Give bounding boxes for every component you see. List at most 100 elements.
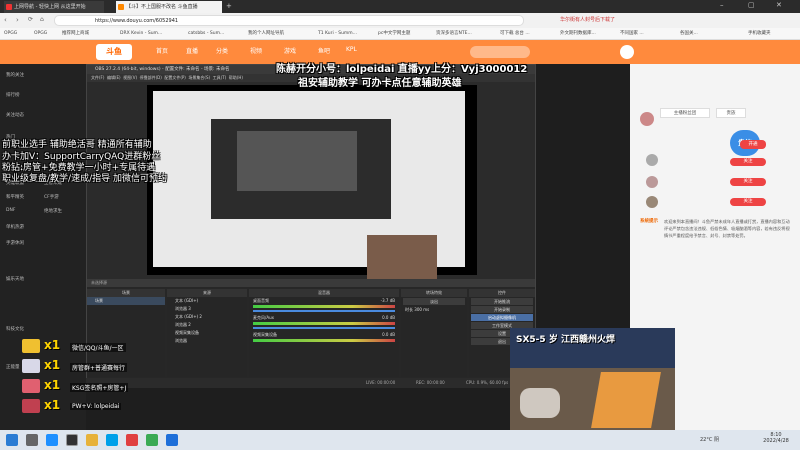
bookmark-item[interactable]: pc中文学网主题 xyxy=(378,28,410,40)
bookmark-item[interactable]: 资深多语言NTE... xyxy=(436,28,472,40)
fan-club-button[interactable]: 主播粉丝团 xyxy=(660,108,710,118)
scene-item[interactable]: 场景 xyxy=(87,297,165,305)
new-tab-icon[interactable]: + xyxy=(226,2,232,10)
nav-live[interactable]: 直播 xyxy=(186,46,198,55)
sidebar-item-dnf[interactable]: DNF xyxy=(6,208,15,213)
bookmark-item[interactable]: 各国关... xyxy=(680,28,698,40)
nav-fishbar[interactable]: 鱼吧 xyxy=(318,46,330,55)
obs-menu-file[interactable]: 文件(F) xyxy=(91,75,104,80)
forward-icon[interactable]: › xyxy=(16,16,19,24)
back-icon[interactable]: ‹ xyxy=(4,16,7,24)
transition-select[interactable]: 淡出 xyxy=(403,298,465,305)
bookmark-item[interactable]: 外文期刊数据库... xyxy=(560,28,596,40)
bookmark-item[interactable]: 推荐网上商城 xyxy=(62,28,89,40)
bookmark-item[interactable]: OPGG xyxy=(34,28,47,40)
obs-menu-help[interactable]: 帮助(H) xyxy=(229,75,243,80)
nav-games[interactable]: 游戏 xyxy=(284,46,296,55)
start-recording-button[interactable]: 开始录制 xyxy=(471,306,533,313)
qq-icon[interactable] xyxy=(106,434,118,446)
sidebar-item-following[interactable]: 我的关注 xyxy=(6,72,24,78)
maximize-icon[interactable]: ▢ xyxy=(748,1,755,9)
gift-icon xyxy=(22,359,40,373)
search-icon[interactable] xyxy=(26,434,38,446)
gift-icon xyxy=(22,399,40,413)
sidebar-item-entertainment[interactable]: 娱乐天地 xyxy=(6,276,24,282)
browser-tab[interactable]: 上网导航 - 轻快上网 从这里开始 xyxy=(4,1,104,13)
follow-button[interactable]: 关注 xyxy=(730,158,766,166)
mixer-volume-slider[interactable] xyxy=(253,310,395,312)
source-item[interactable]: 浏览器 3 xyxy=(167,305,247,313)
source-item[interactable]: 文本 (GDI+) 2 xyxy=(167,313,247,321)
start-streaming-button[interactable]: 开始推流 xyxy=(471,298,533,305)
reload-icon[interactable]: ⟳ xyxy=(28,16,33,23)
sidebar-item-mobile[interactable]: 手游休闲 xyxy=(6,240,24,246)
windows-taskbar: 22°C 阴 8:10 2022/4/28 xyxy=(0,430,800,450)
wechat-icon[interactable] xyxy=(146,434,158,446)
source-item[interactable]: 浏览器 2 xyxy=(167,321,247,329)
obs-status-bar: LIVE: 00:00:00 REC: 00:00:00 CPU: 0.9%, … xyxy=(86,378,536,388)
obs-menu-docks[interactable]: 停靠部件(D) xyxy=(140,75,162,80)
bookmark-item[interactable]: OPGG xyxy=(4,28,17,40)
close-icon[interactable]: ✕ xyxy=(776,1,782,9)
nav-video[interactable]: 视频 xyxy=(250,46,262,55)
clock[interactable]: 8:10 2022/4/28 xyxy=(758,432,794,444)
virtual-camera-button[interactable]: 启动虚拟摄像机 xyxy=(471,314,533,321)
home-icon[interactable]: ⌂ xyxy=(40,16,44,23)
gift-row: x1 房管群+普通赛每行 xyxy=(22,357,132,377)
minimize-icon[interactable]: – xyxy=(720,1,724,9)
start-icon[interactable] xyxy=(6,434,18,446)
site-search-input[interactable] xyxy=(470,46,530,58)
nav-category[interactable]: 分类 xyxy=(216,46,228,55)
bookmark-item[interactable]: catsbbs - Sum... xyxy=(188,28,224,40)
bookmark-item[interactable]: 我的个人网址导航 xyxy=(248,28,284,40)
weather-widget[interactable]: 22°C 阴 xyxy=(700,436,719,443)
source-item[interactable]: 视频采集设备 xyxy=(167,329,247,337)
open-noble-button[interactable]: 开通 xyxy=(740,140,766,149)
mixer-track-level: 0.0 dB xyxy=(382,315,395,320)
douyu-logo[interactable]: 斗鱼 xyxy=(96,44,132,60)
bookmark-item[interactable]: 不同国家 ... xyxy=(620,28,644,40)
noble-button[interactable]: 贵族 xyxy=(716,108,746,118)
sidebar-item-pubgm[interactable]: 和平精英 xyxy=(6,194,24,200)
obs-menu-view[interactable]: 视图(V) xyxy=(123,75,137,80)
obs-menu-scenes[interactable]: 场景集合(S) xyxy=(188,75,210,80)
source-item[interactable]: 浏览器 xyxy=(167,337,247,345)
folder-icon[interactable] xyxy=(86,434,98,446)
gift-label: PW+V: lolpeidai xyxy=(70,403,122,410)
mixer-volume-slider[interactable] xyxy=(253,327,395,329)
sidebar-item-feed[interactable]: 关注动态 xyxy=(6,112,24,118)
obs-docks: 未选择源 场景 场景 来源 文本 (GDI+) 浏览器 3 文本 (GDI+) … xyxy=(87,279,535,379)
sidebar-item-cf[interactable]: CF手游 xyxy=(44,194,59,200)
nav-kpl[interactable]: KPL xyxy=(346,46,357,53)
sidebar-item-pubg[interactable]: 绝地求生 xyxy=(44,208,62,214)
duration-input[interactable]: 300 ms xyxy=(414,307,429,312)
gift-count: x1 xyxy=(44,358,61,372)
obs-icon[interactable] xyxy=(66,434,78,446)
edge-icon[interactable] xyxy=(46,434,58,446)
url-input[interactable]: https://www.douyu.com/6052941 xyxy=(54,15,524,26)
nav-home[interactable]: 首页 xyxy=(156,46,168,55)
clock-date: 2022/4/28 xyxy=(763,438,789,444)
browser-tab-active[interactable]: 【斗】不上国服不改名 斗鱼直播 xyxy=(116,1,222,13)
bookmark-folder[interactable]: 手机收藏夹 xyxy=(748,28,771,40)
address-bar-row: ‹ › ⟳ ⌂ https://www.douyu.com/6052941 华尔… xyxy=(0,13,800,28)
sidebar-item-single[interactable]: 单机热游 xyxy=(6,224,24,230)
app-icon[interactable] xyxy=(126,434,138,446)
bookmark-item[interactable]: T1 Kuri - Summ... xyxy=(318,28,357,40)
obs-preview[interactable] xyxy=(147,85,477,289)
obs-menu-profile[interactable]: 配置文件(P) xyxy=(164,75,186,80)
user-avatar[interactable] xyxy=(620,45,634,59)
sidebar-item-positive[interactable]: 正能量 xyxy=(6,364,20,370)
follow-button[interactable]: 关注 xyxy=(730,198,766,206)
search-suggestion[interactable]: 华尔街有人封号后下载了 xyxy=(560,16,640,25)
follow-button[interactable]: 关注 xyxy=(730,178,766,186)
sidebar-item-ranking[interactable]: 排行榜 xyxy=(6,92,20,98)
obs-menu-tools[interactable]: 工具(T) xyxy=(213,75,227,80)
source-item[interactable]: 文本 (GDI+) xyxy=(167,297,247,305)
bookmark-item[interactable]: 可下载 总台 ... xyxy=(500,28,530,40)
obs-menu-edit[interactable]: 编辑(E) xyxy=(107,75,121,80)
bookmark-item[interactable]: DRX Kevin - Sum... xyxy=(120,28,162,40)
gift-count: x1 xyxy=(44,338,61,352)
sidebar-item-tech[interactable]: 科技文化 xyxy=(6,326,24,332)
browser-icon[interactable] xyxy=(166,434,178,446)
